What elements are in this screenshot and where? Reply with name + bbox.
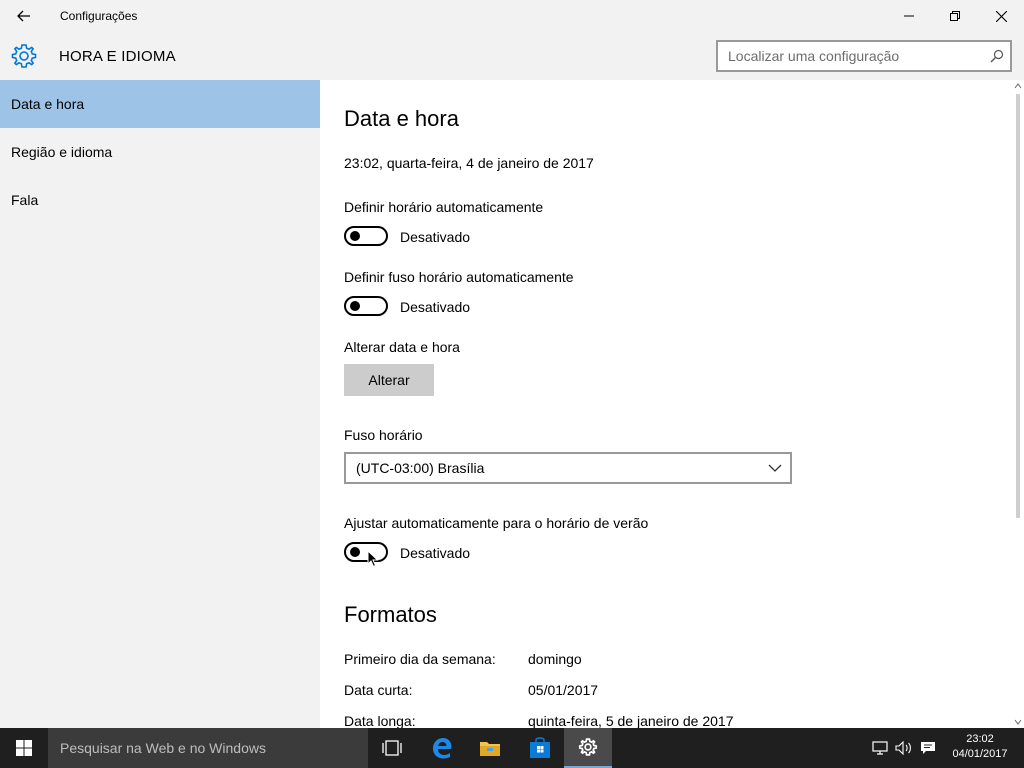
- taskbar-search-input[interactable]: [60, 739, 350, 757]
- format-value-short-date: 05/01/2017: [528, 682, 599, 698]
- toggle-knob: [350, 231, 360, 241]
- file-explorer-button[interactable]: [466, 728, 514, 768]
- page-title: Data e hora: [344, 106, 459, 131]
- edge-button[interactable]: [418, 728, 466, 768]
- clock-date: 04/01/2017: [952, 748, 1008, 760]
- sidebar: Data e hora Região e idioma Fala: [0, 80, 320, 728]
- toggle-knob: [350, 301, 360, 311]
- main-scrollbar[interactable]: [1012, 80, 1024, 728]
- sidebar-item-date-time[interactable]: Data e hora: [0, 80, 320, 128]
- notification-icon: [921, 742, 935, 754]
- auto-time-state: Desativado: [400, 229, 471, 245]
- mouse-cursor-icon: [367, 550, 379, 568]
- scroll-up-icon[interactable]: [1014, 82, 1022, 90]
- chevron-down-icon: [768, 464, 782, 472]
- clock-time: 23:02: [966, 733, 994, 745]
- timezone-label: Fuso horário: [344, 427, 423, 443]
- store-icon: [530, 737, 550, 758]
- taskbar-clock[interactable]: 23:02 04/01/2017: [940, 732, 1020, 762]
- minimize-button[interactable]: [886, 0, 932, 32]
- settings-taskbar-button[interactable]: [564, 728, 612, 768]
- restore-button[interactable]: [932, 0, 978, 32]
- action-center-button[interactable]: [916, 728, 940, 768]
- store-button[interactable]: [516, 728, 564, 768]
- back-button[interactable]: [8, 0, 40, 32]
- close-button[interactable]: [978, 0, 1024, 32]
- settings-icon: [578, 738, 598, 756]
- start-button[interactable]: [0, 728, 48, 768]
- scrollbar-thumb[interactable]: [1016, 94, 1020, 518]
- dst-label: Ajustar automaticamente para o horário d…: [344, 515, 649, 531]
- dst-state: Desativado: [400, 545, 471, 561]
- format-value-long-date: quinta-feira, 5 de janeiro de 2017: [528, 713, 734, 728]
- dst-toggle[interactable]: [344, 542, 388, 562]
- section-header-title: HORA E IDIOMA: [59, 48, 176, 65]
- formats-title: Formatos: [344, 602, 437, 627]
- gear-icon: [11, 44, 37, 68]
- timezone-select[interactable]: (UTC-03:00) Brasília: [344, 452, 792, 484]
- volume-tray-button[interactable]: [892, 728, 916, 768]
- auto-timezone-toggle[interactable]: [344, 296, 388, 316]
- main-content: Data e hora 23:02, quarta-feira, 4 de ja…: [320, 80, 1012, 728]
- windows-logo-icon: [16, 740, 32, 756]
- edge-icon: [433, 738, 452, 759]
- auto-timezone-state: Desativado: [400, 299, 471, 315]
- restore-icon: [950, 11, 960, 21]
- back-arrow-icon: [17, 10, 30, 22]
- close-icon: [995, 10, 1007, 22]
- minimize-icon: [904, 15, 914, 17]
- auto-timezone-label: Definir fuso horário automaticamente: [344, 269, 574, 285]
- sidebar-item-region-language[interactable]: Região e idioma: [0, 128, 320, 176]
- task-view-icon: [382, 740, 402, 756]
- toggle-knob: [350, 547, 360, 557]
- settings-header: HORA E IDIOMA: [0, 32, 1024, 80]
- format-label-short-date: Data curta:: [344, 682, 413, 698]
- network-tray-button[interactable]: [868, 728, 892, 768]
- format-label-long-date: Data longa:: [344, 713, 416, 728]
- taskbar: 23:02 04/01/2017: [0, 728, 1024, 768]
- format-value-first-day: domingo: [528, 651, 582, 667]
- network-icon: [872, 741, 888, 755]
- format-label-first-day: Primeiro dia da semana:: [344, 651, 496, 667]
- timezone-value: (UTC-03:00) Brasília: [356, 460, 485, 476]
- sidebar-item-speech[interactable]: Fala: [0, 176, 320, 224]
- auto-time-toggle[interactable]: [344, 226, 388, 246]
- change-datetime-button[interactable]: Alterar: [344, 364, 434, 396]
- volume-icon: [895, 741, 911, 755]
- search-icon[interactable]: [990, 49, 1004, 63]
- auto-time-label: Definir horário automaticamente: [344, 199, 544, 215]
- change-datetime-label: Alterar data e hora: [344, 339, 460, 355]
- window-title: Configurações: [60, 9, 138, 23]
- settings-search-box[interactable]: [716, 40, 1012, 72]
- title-bar: Configurações: [0, 0, 1024, 32]
- current-datetime: 23:02, quarta-feira, 4 de janeiro de 201…: [344, 155, 594, 171]
- search-input[interactable]: [728, 47, 978, 65]
- file-explorer-icon: [480, 742, 500, 756]
- taskbar-search-box[interactable]: [48, 728, 368, 768]
- task-view-button[interactable]: [368, 728, 416, 768]
- scroll-down-icon[interactable]: [1014, 718, 1022, 726]
